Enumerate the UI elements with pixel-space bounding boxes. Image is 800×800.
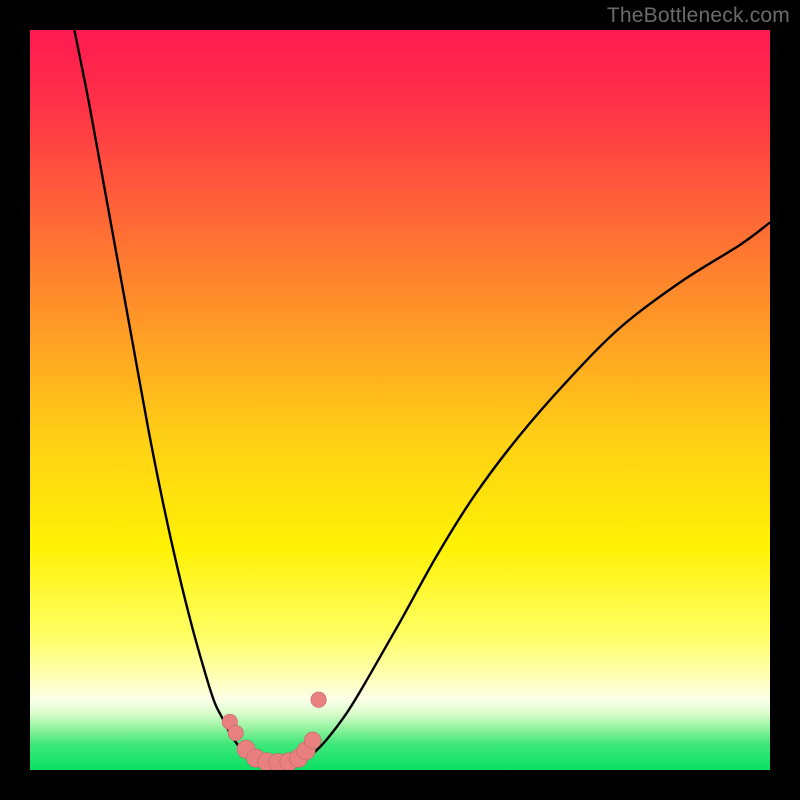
plot-area: [30, 30, 770, 770]
watermark-text: TheBottleneck.com: [607, 4, 790, 28]
marker-point: [311, 692, 326, 707]
curve-layer: [30, 30, 770, 770]
valley-markers: [222, 692, 326, 770]
marker-point: [228, 725, 243, 740]
outer-frame: TheBottleneck.com: [0, 0, 800, 800]
marker-point: [304, 732, 321, 749]
bottleneck-curve: [74, 30, 770, 765]
